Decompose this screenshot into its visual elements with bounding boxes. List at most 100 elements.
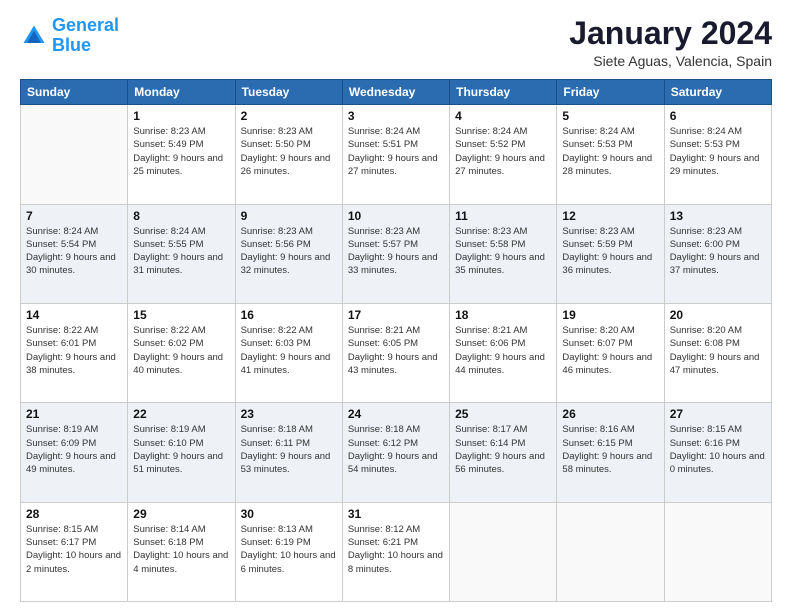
table-row: 14 Sunrise: 8:22 AMSunset: 6:01 PMDayligh… xyxy=(21,303,772,402)
day-number: 4 xyxy=(455,109,551,123)
cell-text: Sunrise: 8:23 AMSunset: 5:58 PMDaylight:… xyxy=(455,225,551,278)
table-cell: 13 Sunrise: 8:23 AMSunset: 6:00 PMDayligh… xyxy=(664,204,771,303)
cell-text: Sunrise: 8:13 AMSunset: 6:19 PMDaylight:… xyxy=(241,523,337,576)
table-cell: 10 Sunrise: 8:23 AMSunset: 5:57 PMDayligh… xyxy=(342,204,449,303)
table-cell: 16 Sunrise: 8:22 AMSunset: 6:03 PMDayligh… xyxy=(235,303,342,402)
day-number: 14 xyxy=(26,308,122,322)
header-saturday: Saturday xyxy=(664,80,771,105)
cell-text: Sunrise: 8:23 AMSunset: 5:56 PMDaylight:… xyxy=(241,225,337,278)
cell-text: Sunrise: 8:24 AMSunset: 5:54 PMDaylight:… xyxy=(26,225,122,278)
table-cell: 4 Sunrise: 8:24 AMSunset: 5:52 PMDaylight… xyxy=(450,105,557,204)
cell-text: Sunrise: 8:21 AMSunset: 6:05 PMDaylight:… xyxy=(348,324,444,377)
day-number: 30 xyxy=(241,507,337,521)
day-number: 18 xyxy=(455,308,551,322)
day-number: 27 xyxy=(670,407,766,421)
day-number: 24 xyxy=(348,407,444,421)
table-row: 21 Sunrise: 8:19 AMSunset: 6:09 PMDayligh… xyxy=(21,403,772,502)
cell-text: Sunrise: 8:19 AMSunset: 6:10 PMDaylight:… xyxy=(133,423,229,476)
header-friday: Friday xyxy=(557,80,664,105)
logo-line1: General xyxy=(52,15,119,35)
cell-text: Sunrise: 8:23 AMSunset: 5:50 PMDaylight:… xyxy=(241,125,337,178)
table-cell: 30 Sunrise: 8:13 AMSunset: 6:19 PMDayligh… xyxy=(235,502,342,601)
table-cell: 9Sunrise: 8:23 AMSunset: 5:56 PMDaylight… xyxy=(235,204,342,303)
cell-text: Sunrise: 8:21 AMSunset: 6:06 PMDaylight:… xyxy=(455,324,551,377)
table-cell: 11 Sunrise: 8:23 AMSunset: 5:58 PMDayligh… xyxy=(450,204,557,303)
cell-text: Sunrise: 8:18 AMSunset: 6:11 PMDaylight:… xyxy=(241,423,337,476)
header-wednesday: Wednesday xyxy=(342,80,449,105)
table-cell: 14 Sunrise: 8:22 AMSunset: 6:01 PMDayligh… xyxy=(21,303,128,402)
day-number: 17 xyxy=(348,308,444,322)
table-cell: 27Sunrise: 8:15 AMSunset: 6:16 PMDayligh… xyxy=(664,403,771,502)
cell-text: Sunrise: 8:16 AMSunset: 6:15 PMDaylight:… xyxy=(562,423,658,476)
day-number: 16 xyxy=(241,308,337,322)
day-number: 22 xyxy=(133,407,229,421)
day-number: 28 xyxy=(26,507,122,521)
header-row: Sunday Monday Tuesday Wednesday Thursday… xyxy=(21,80,772,105)
day-number: 25 xyxy=(455,407,551,421)
day-number: 3 xyxy=(348,109,444,123)
table-cell: 2 Sunrise: 8:23 AMSunset: 5:50 PMDaylight… xyxy=(235,105,342,204)
cell-text: Sunrise: 8:22 AMSunset: 6:02 PMDaylight:… xyxy=(133,324,229,377)
cell-text: Sunrise: 8:23 AMSunset: 6:00 PMDaylight:… xyxy=(670,225,766,278)
table-cell: 26 Sunrise: 8:16 AMSunset: 6:15 PMDayligh… xyxy=(557,403,664,502)
title-block: January 2024 Siete Aguas, Valencia, Spai… xyxy=(569,16,772,69)
table-cell: 22 Sunrise: 8:19 AMSunset: 6:10 PMDayligh… xyxy=(128,403,235,502)
header-thursday: Thursday xyxy=(450,80,557,105)
table-row: 28 Sunrise: 8:15 AMSunset: 6:17 PMDayligh… xyxy=(21,502,772,601)
cell-text: Sunrise: 8:15 AMSunset: 6:17 PMDaylight:… xyxy=(26,523,122,576)
cell-text: Sunrise: 8:23 AMSunset: 5:59 PMDaylight:… xyxy=(562,225,658,278)
day-number: 5 xyxy=(562,109,658,123)
table-cell: 24 Sunrise: 8:18 AMSunset: 6:12 PMDayligh… xyxy=(342,403,449,502)
table-row: 7 Sunrise: 8:24 AMSunset: 5:54 PMDaylight… xyxy=(21,204,772,303)
day-number: 29 xyxy=(133,507,229,521)
day-number: 2 xyxy=(241,109,337,123)
day-number: 15 xyxy=(133,308,229,322)
table-cell xyxy=(21,105,128,204)
cell-text: Sunrise: 8:23 AMSunset: 5:49 PMDaylight:… xyxy=(133,125,229,178)
day-number: 1 xyxy=(133,109,229,123)
header-sunday: Sunday xyxy=(21,80,128,105)
cell-text: Sunrise: 8:22 AMSunset: 6:01 PMDaylight:… xyxy=(26,324,122,377)
day-number: 31 xyxy=(348,507,444,521)
table-cell: 12 Sunrise: 8:23 AMSunset: 5:59 PMDayligh… xyxy=(557,204,664,303)
location-subtitle: Siete Aguas, Valencia, Spain xyxy=(569,53,772,69)
day-number: 10 xyxy=(348,209,444,223)
cell-text: Sunrise: 8:14 AMSunset: 6:18 PMDaylight:… xyxy=(133,523,229,576)
table-cell: 17 Sunrise: 8:21 AMSunset: 6:05 PMDayligh… xyxy=(342,303,449,402)
table-cell xyxy=(557,502,664,601)
table-cell xyxy=(664,502,771,601)
cell-text: Sunrise: 8:12 AMSunset: 6:21 PMDaylight:… xyxy=(348,523,444,576)
table-cell: 1 Sunrise: 8:23 AMSunset: 5:49 PMDaylight… xyxy=(128,105,235,204)
cell-text: Sunrise: 8:24 AMSunset: 5:51 PMDaylight:… xyxy=(348,125,444,178)
day-number: 6 xyxy=(670,109,766,123)
cell-text: Sunrise: 8:23 AMSunset: 5:57 PMDaylight:… xyxy=(348,225,444,278)
table-cell: 19Sunrise: 8:20 AMSunset: 6:07 PMDayligh… xyxy=(557,303,664,402)
day-number: 26 xyxy=(562,407,658,421)
cell-text: Sunrise: 8:18 AMSunset: 6:12 PMDaylight:… xyxy=(348,423,444,476)
cell-text: Sunrise: 8:24 AMSunset: 5:52 PMDaylight:… xyxy=(455,125,551,178)
table-cell: 15 Sunrise: 8:22 AMSunset: 6:02 PMDayligh… xyxy=(128,303,235,402)
cell-text: Sunrise: 8:19 AMSunset: 6:09 PMDaylight:… xyxy=(26,423,122,476)
header-tuesday: Tuesday xyxy=(235,80,342,105)
table-cell: 7 Sunrise: 8:24 AMSunset: 5:54 PMDaylight… xyxy=(21,204,128,303)
day-number: 12 xyxy=(562,209,658,223)
day-number: 7 xyxy=(26,209,122,223)
cell-text: Sunrise: 8:22 AMSunset: 6:03 PMDaylight:… xyxy=(241,324,337,377)
table-cell: 31 Sunrise: 8:12 AMSunset: 6:21 PMDayligh… xyxy=(342,502,449,601)
day-number: 13 xyxy=(670,209,766,223)
header-monday: Monday xyxy=(128,80,235,105)
table-cell: 18 Sunrise: 8:21 AMSunset: 6:06 PMDayligh… xyxy=(450,303,557,402)
day-number: 21 xyxy=(26,407,122,421)
table-cell: 29 Sunrise: 8:14 AMSunset: 6:18 PMDayligh… xyxy=(128,502,235,601)
table-cell: 5Sunrise: 8:24 AMSunset: 5:53 PMDaylight… xyxy=(557,105,664,204)
table-cell: 3 Sunrise: 8:24 AMSunset: 5:51 PMDaylight… xyxy=(342,105,449,204)
day-number: 19 xyxy=(562,308,658,322)
day-number: 8 xyxy=(133,209,229,223)
table-row: 1 Sunrise: 8:23 AMSunset: 5:49 PMDaylight… xyxy=(21,105,772,204)
cell-text: Sunrise: 8:20 AMSunset: 6:08 PMDaylight:… xyxy=(670,324,766,377)
table-cell: 6 Sunrise: 8:24 AMSunset: 5:53 PMDaylight… xyxy=(664,105,771,204)
header: General Blue January 2024 Siete Aguas, V… xyxy=(20,16,772,69)
day-number: 11 xyxy=(455,209,551,223)
calendar-table: Sunday Monday Tuesday Wednesday Thursday… xyxy=(20,79,772,602)
cell-text: Sunrise: 8:24 AMSunset: 5:53 PMDaylight:… xyxy=(670,125,766,178)
